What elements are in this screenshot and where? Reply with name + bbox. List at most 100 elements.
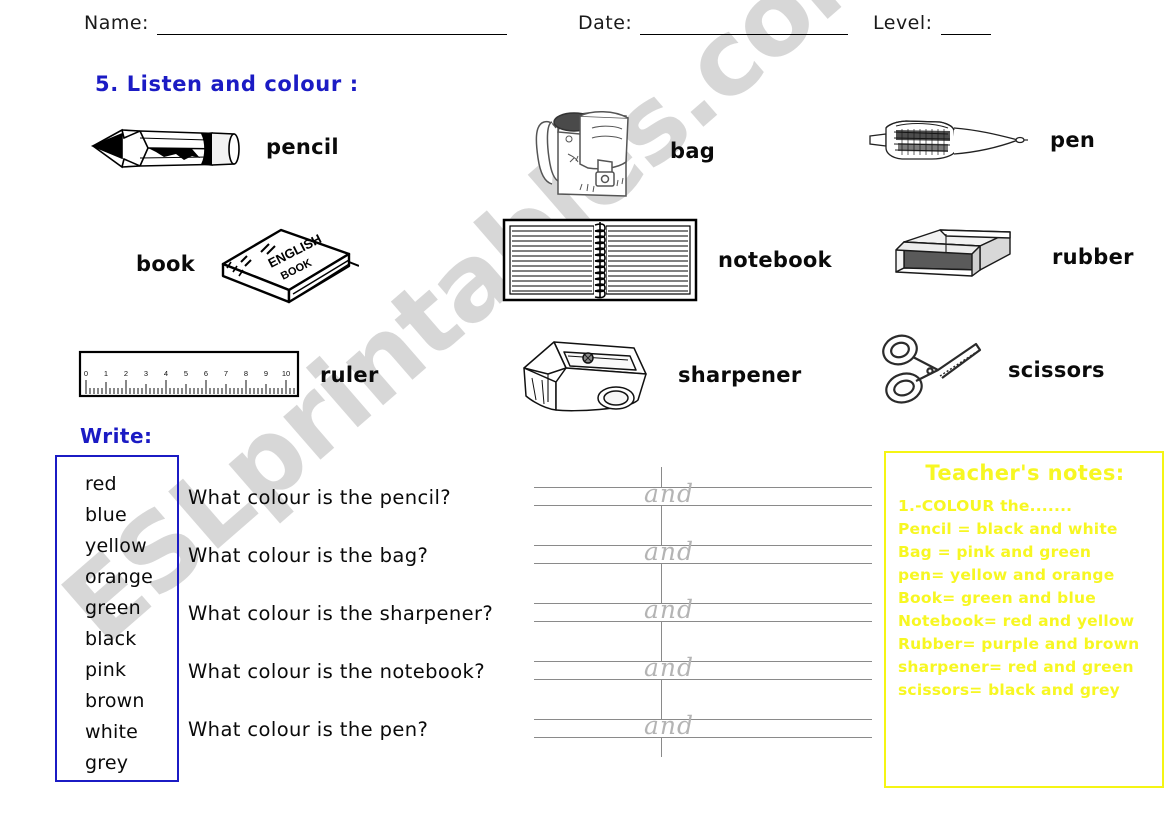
svg-text:7: 7 [224,369,228,378]
answer-rule-bottom [534,621,872,622]
colour-word: orange [85,566,154,588]
answer-rule-bottom [534,563,872,564]
date-label: Date: [578,12,633,34]
vocab-item-notebook: notebook [500,216,832,304]
answer-hint-and: and [644,537,695,566]
teacher-note-line: Book= green and blue [898,589,1096,607]
name-write-line[interactable] [156,14,507,35]
question-row: What colour is the notebook? and [188,641,888,699]
question-row: What colour is the pencil? and [188,467,888,525]
vocab-label-scissors: scissors [1008,358,1105,382]
vocab-item-sharpener: sharpener [512,334,802,416]
svg-text:3: 3 [144,369,148,378]
colour-word: black [85,628,137,650]
svg-text:2: 2 [124,369,128,378]
answer-rule-top [534,545,872,546]
answer-rule-top [534,603,872,604]
scissors-icon [882,334,982,404]
spellcheck-squiggle [644,624,722,630]
ruler-icon: 0 1 2 3 4 5 6 7 8 9 10 [78,350,300,398]
answer-hint-and: and [644,595,695,624]
answer-write-lines[interactable]: and [534,467,872,525]
question-text: What colour is the notebook? [188,659,485,683]
vocab-item-scissors: scissors [880,326,1105,414]
spellcheck-squiggle [644,508,722,514]
teacher-note-line: Notebook= red and yellow [898,612,1135,630]
answer-hint-and: and [644,711,695,740]
vocab-label-pen: pen [1050,128,1096,152]
question-text: What colour is the sharpener? [188,601,494,625]
svg-text:4: 4 [164,369,168,378]
answer-rule-bottom [534,679,872,680]
teacher-note-line: Bag = pink and green [898,543,1092,561]
book-icon: ENGLISH BOOK [221,228,360,304]
teacher-note-line: sharpener= red and green [898,658,1134,676]
teacher-notes-title: Teacher's notes: [925,461,1125,485]
colour-word: white [85,721,138,743]
svg-text:9: 9 [264,369,268,378]
answer-hint-and: and [644,479,695,508]
vocab-label-pencil: pencil [266,135,339,159]
answer-write-lines[interactable]: and [534,699,872,757]
question-text: What colour is the pen? [188,717,429,741]
answer-rule-top [534,487,872,488]
teacher-note-line: Rubber= purple and brown [898,635,1140,653]
teacher-note-line: Pencil = black and white [898,520,1118,538]
colour-word: grey [85,752,129,774]
vocab-item-pen: pen [862,110,1095,170]
teacher-note-line: scissors= black and grey [898,681,1120,699]
vocab-label-notebook: notebook [718,248,832,272]
colour-word: blue [85,504,127,526]
vocab-item-ruler: 0 1 2 3 4 5 6 7 8 9 10 ruler [76,346,379,404]
notebook-icon [502,218,698,302]
svg-text:8: 8 [244,369,248,378]
sharpener-icon [523,341,647,412]
write-heading: Write: [80,424,153,448]
answer-write-lines[interactable]: and [534,583,872,641]
question-row: What colour is the pen? and [188,699,888,757]
vocab-label-book: book [136,252,196,276]
teacher-note-line: 1.-COLOUR the....... [898,497,1073,515]
colour-word: red [85,473,117,495]
vocab-label-ruler: ruler [320,363,379,387]
question-text: What colour is the bag? [188,543,429,567]
answer-rule-top [534,719,872,720]
level-label: Level: [873,12,933,34]
vocab-item-bag: bag [522,98,715,203]
answer-write-lines[interactable]: and [534,641,872,699]
worksheet-header: Name: Date: Level: [0,14,1169,54]
pencil-icon [90,128,240,169]
vocab-label-bag: bag [670,138,716,163]
rubber-icon [895,229,1011,277]
svg-text:6: 6 [204,369,208,378]
answer-write-lines[interactable]: and [534,525,872,583]
date-field[interactable]: Date: [578,12,849,35]
colour-word: green [85,597,141,619]
svg-text:10: 10 [282,369,290,378]
name-field[interactable]: Name: [84,14,507,35]
level-field[interactable]: Level: [873,14,991,35]
question-row: What colour is the sharpener? and [188,583,888,641]
answer-rule-top [534,661,872,662]
svg-text:1: 1 [104,369,108,378]
answer-rule-bottom [534,737,872,738]
question-row: What colour is the bag? and [188,525,888,583]
colour-word: pink [85,659,127,681]
date-write-line[interactable] [640,14,849,35]
spellcheck-squiggle [644,566,722,572]
vocab-item-pencil: pencil [88,112,339,182]
colour-word: brown [85,690,145,712]
vocab-label-rubber: rubber [1052,245,1134,269]
answer-rule-bottom [534,505,872,506]
name-label: Name: [84,12,149,34]
bag-icon [535,111,629,197]
colour-word-bank: red blue yellow orange green black pink … [55,455,179,782]
colour-word: yellow [85,535,147,557]
spellcheck-squiggle [644,682,722,688]
pen-icon [869,120,1028,160]
teacher-notes-box: Teacher's notes: 1.-COLOUR the....... Pe… [884,451,1164,788]
level-write-line[interactable] [940,14,991,35]
svg-text:5: 5 [184,369,188,378]
answer-hint-and: and [644,653,695,682]
teacher-note-line: pen= yellow and orange [898,566,1115,584]
